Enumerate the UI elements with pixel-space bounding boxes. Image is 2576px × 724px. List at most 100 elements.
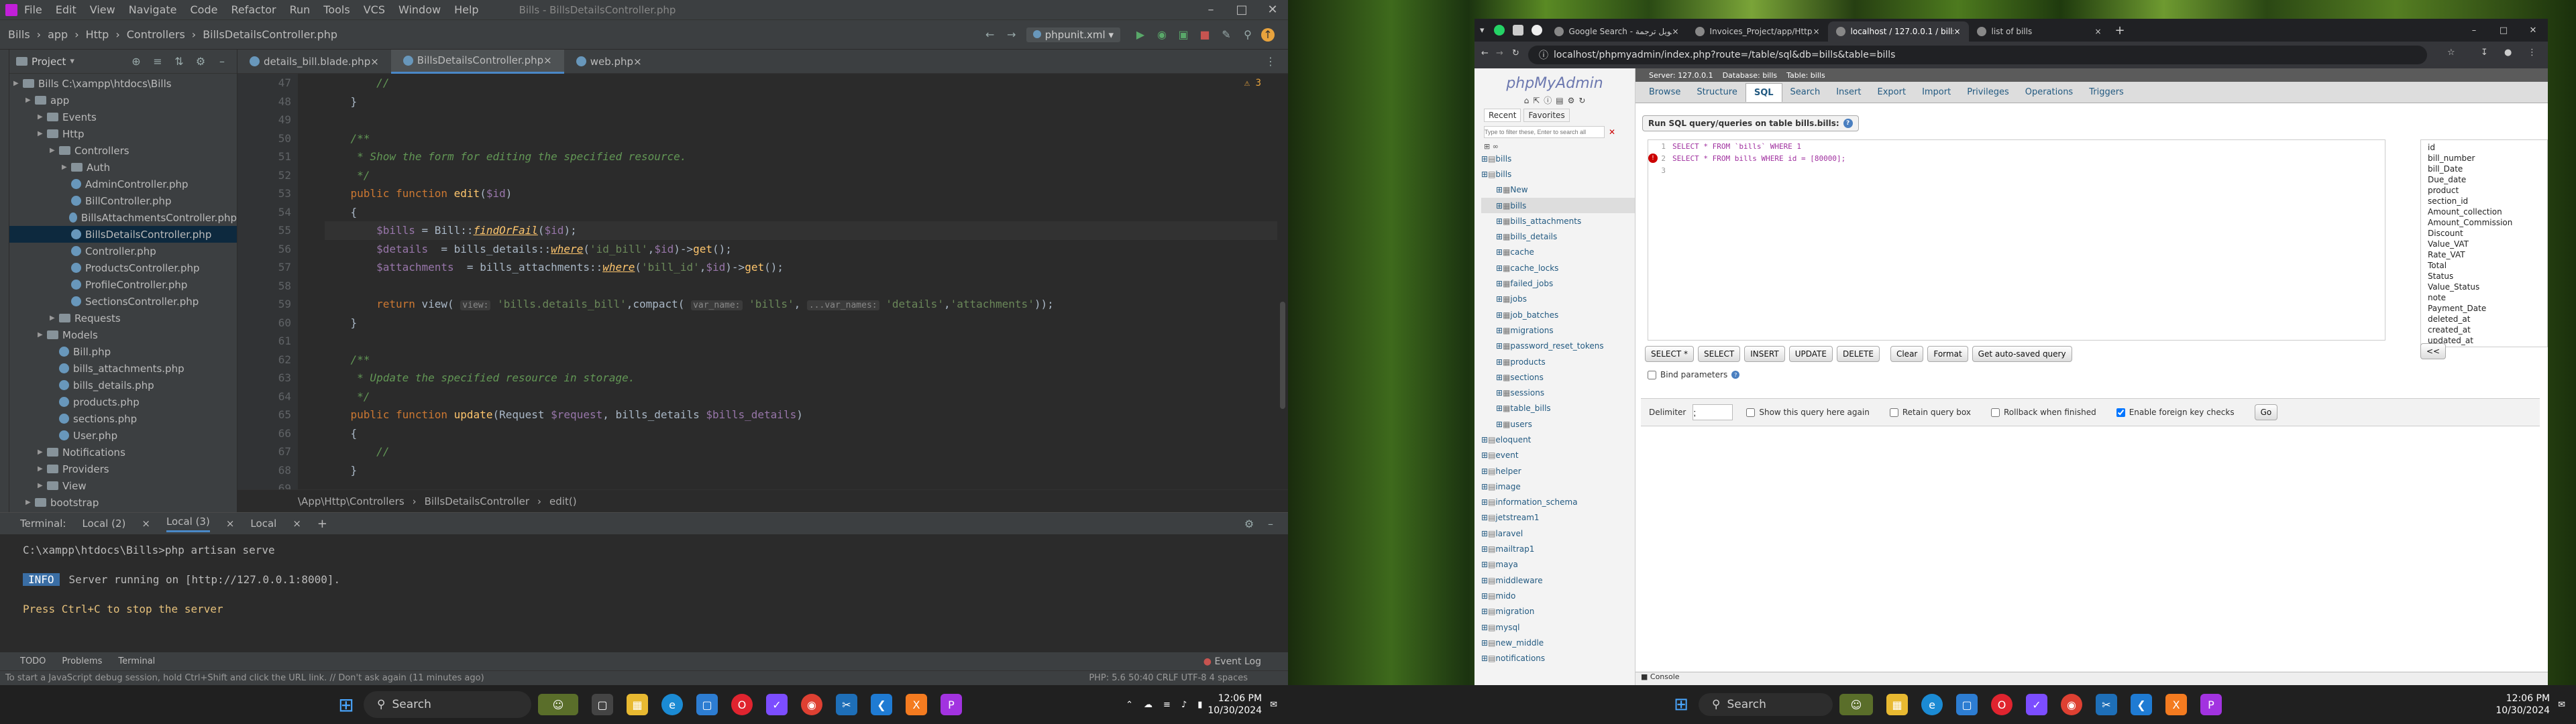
close-icon[interactable]: × [226,518,235,530]
menu-item-navigate[interactable]: Navigate [129,3,177,16]
db-tree-item[interactable]: ⊞ ▦ products [1481,354,1635,369]
column-option[interactable]: id [2428,143,2540,154]
expand-icon[interactable]: ⊞ [1496,217,1503,226]
db-tree-item[interactable]: ⊞ ▤ bills [1481,151,1635,166]
server-running-text[interactable]: Server running on [http://127.0.0.1:8000… [69,573,341,586]
expand-icon[interactable]: ⊞ [1496,185,1503,194]
tree-folder[interactable]: ▶ Http [9,125,237,142]
chevron-icon[interactable]: ▶ [38,448,47,456]
db-tree-item[interactable]: ⊞ ▦ password_reset_tokens [1481,339,1635,354]
tree-file[interactable]: products.php [9,394,237,410]
db-tree-item[interactable]: ⊞ ▤ helper [1481,463,1635,479]
network-icon[interactable]: ≡ [1163,700,1171,710]
start-button[interactable]: ⊞ [1670,694,1692,715]
download-icon[interactable]: ↧ [2481,48,2488,58]
breadcrumb-item[interactable]: Bills [8,28,30,41]
column-option[interactable]: Value_VAT [2428,239,2540,250]
expand-icon[interactable]: ⊞ [1496,294,1503,304]
clear-filter-icon[interactable]: ✕ [1609,127,1615,137]
close-icon[interactable]: × [543,54,552,66]
column-option[interactable]: Value_Status [2428,282,2540,293]
run-icon[interactable]: ▶ [1132,27,1148,43]
project-view-select[interactable]: Project [32,56,66,68]
column-option[interactable]: bill_Date [2428,164,2540,175]
browser-tab[interactable]: list of bills × [1969,21,2110,42]
chrome-icon[interactable]: ◉ [2061,694,2082,715]
expand-icon[interactable]: ⊞ [1481,435,1488,444]
option-checkbox[interactable] [1990,408,2000,417]
close-icon[interactable]: × [1813,27,1819,36]
tree-folder[interactable]: ▶ Requests [9,310,237,326]
whatsapp-tab-icon[interactable] [1493,25,1505,36]
help-icon[interactable]: ⓘ [1544,95,1552,106]
phpstorm-icon[interactable]: P [2200,694,2222,715]
home-icon[interactable]: ⌂ [1524,96,1529,105]
tab-browse[interactable]: Browse [1641,83,1688,102]
db-tree-item[interactable]: ⊞ ▦ cache [1481,245,1635,260]
db-tree-item[interactable]: ⊞ ▤ eloquent [1481,432,1635,447]
db-tree-item[interactable]: ⊞ ▦ table_bills [1481,401,1635,416]
db-tree-item[interactable]: ⊞ ▤ maya [1481,557,1635,572]
forward-icon[interactable]: → [1496,48,1503,58]
minimize-button[interactable]: – [2459,25,2489,36]
debug-icon[interactable]: ◉ [1154,27,1170,43]
reload-icon[interactable]: ↻ [1578,96,1585,105]
db-tree-item[interactable]: ⊞ ▤ new_middle [1481,635,1635,650]
db-tree-item[interactable]: ⊞ ▦ failed_jobs [1481,276,1635,291]
tree-file[interactable]: Controller.php [9,243,237,259]
sql-button[interactable]: Get auto-saved query [1972,346,2072,362]
chevron-icon[interactable]: ▶ [62,164,71,171]
task-view-icon[interactable]: ▢ [592,694,613,715]
editor-tab[interactable]: BillsDetailsController.php × [390,49,564,74]
clock[interactable]: 12:06 PM 10/30/2024 [2496,692,2550,717]
sql-button[interactable]: DELETE [1836,346,1880,362]
tree-file[interactable]: bills_details.php [9,377,237,394]
expand-icon[interactable]: ⊞ [1481,154,1488,164]
recent-tab[interactable]: Recent [1484,109,1521,122]
db-filter-input[interactable] [1484,126,1605,138]
search-everywhere-icon[interactable]: ⚲ [1240,27,1256,43]
tree-file[interactable]: User.php [9,427,237,444]
gear-icon[interactable]: ⚙ [193,54,209,70]
terminal-tab[interactable]: Local (2) [82,518,125,530]
menu-item-window[interactable]: Window [398,3,441,16]
github-tab-icon[interactable] [1531,25,1542,36]
column-option[interactable]: Rate_VAT [2428,250,2540,261]
event-log-button[interactable]: ● Event Log [1203,656,1261,667]
expand-icon[interactable]: ⊞ [1481,607,1488,616]
expand-icon[interactable]: ⊞ [1496,357,1503,367]
locate-icon[interactable]: ⊕ [128,54,144,70]
expand-icon[interactable]: ⊞ [1496,279,1503,288]
option-checkbox[interactable] [2116,408,2125,417]
favorites-tab[interactable]: Favorites [1523,109,1570,122]
db-tree-item[interactable]: ⊞ ▦ cache_locks [1481,260,1635,276]
vscode-icon[interactable]: ❮ [871,694,892,715]
column-option[interactable]: note [2428,293,2540,304]
app-icon[interactable]: ✓ [2026,694,2047,715]
server-breadcrumb-item[interactable]: Database: bills [1723,71,1778,80]
site-info-icon[interactable]: ⓘ [1539,48,1548,62]
expand-icon[interactable]: ⊞ [1496,388,1503,398]
volume-icon[interactable]: ♪ [1181,700,1187,710]
menu-item-tools[interactable]: Tools [323,3,350,16]
maximize-button[interactable]: □ [1226,3,1257,17]
menu-item-view[interactable]: View [90,3,115,16]
expand-icon[interactable]: ⊞ [1481,654,1488,663]
code-content[interactable]: // } /** * Show the form for editing the… [325,74,1277,498]
terminal-output[interactable]: C:\xampp\htdocs\Bills>php artisan serve … [0,534,1288,625]
expand-icon[interactable]: ⊞ [1481,591,1488,601]
db-tree-item[interactable]: ⊞ ▤ mailtrap1 [1481,541,1635,556]
menu-item-help[interactable]: Help [454,3,478,16]
tool-window-button[interactable]: TODO [20,656,46,666]
column-option[interactable]: Status [2428,272,2540,282]
column-option[interactable]: Total [2428,261,2540,272]
expand-icon[interactable]: ⊞ [1481,170,1488,179]
expand-icon[interactable]: ⇅ [171,54,187,70]
battery-icon[interactable]: ▮ [1197,700,1202,710]
chevron-icon[interactable]: ▶ [38,465,47,473]
file-explorer-icon[interactable]: ▦ [627,694,648,715]
column-option[interactable]: Discount [2428,229,2540,239]
opera-icon[interactable]: O [1991,694,2012,715]
expand-icon[interactable]: ⊞ [1496,310,1503,320]
store-icon[interactable]: ▢ [1956,694,1978,715]
